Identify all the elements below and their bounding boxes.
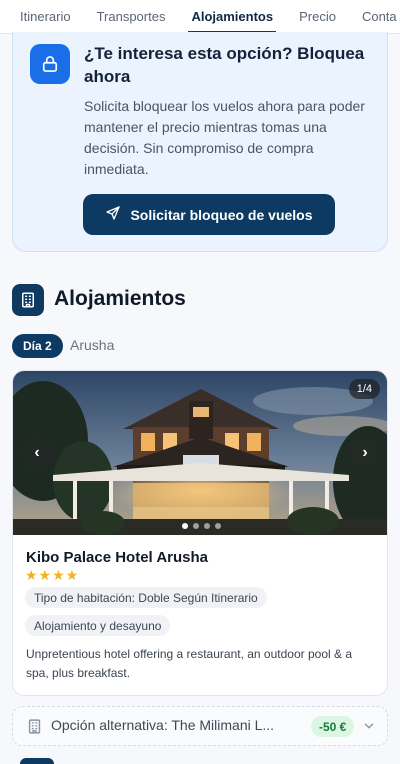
request-hold-label: Solicitar bloqueo de vuelos: [130, 206, 313, 223]
hotel-photo-illustration: [13, 371, 387, 535]
photo-next-button[interactable]: ›: [349, 437, 381, 469]
lock-icon: [30, 44, 70, 84]
alternative-option-row[interactable]: Opción alternativa: The Milimani L... -5…: [12, 706, 388, 746]
chevron-right-icon: ›: [362, 444, 368, 461]
day-city: Arusha: [70, 337, 115, 353]
next-section-icon-peek: [20, 758, 54, 764]
send-icon: [105, 205, 121, 224]
tab-transportes[interactable]: Transportes: [84, 0, 179, 33]
photo-dot[interactable]: [214, 523, 221, 529]
building-icon: [12, 284, 44, 316]
room-type-chip: Tipo de habitación: Doble Según Itinerar…: [25, 587, 267, 608]
building-icon: [26, 718, 43, 740]
section-title: Alojamientos: [54, 287, 186, 310]
hotel-photo: 1/4 ‹ ›: [13, 371, 387, 535]
photo-prev-button[interactable]: ‹: [21, 437, 53, 469]
hotel-description: Unpretentious hotel offering a restauran…: [26, 647, 352, 680]
photo-counter: 1/4: [348, 379, 380, 399]
hold-description: Solicita bloquear los vuelos ahora para …: [84, 98, 365, 177]
alternative-option-label: Opción alternativa: The Milimani L...: [51, 717, 275, 733]
hotel-stars: ★★★★: [25, 567, 80, 583]
request-hold-button[interactable]: Solicitar bloqueo de vuelos: [83, 194, 335, 235]
board-chip: Alojamiento y desayuno: [25, 615, 171, 636]
tab-precio[interactable]: Precio: [286, 0, 349, 33]
alternative-price-badge: -50 €: [311, 716, 355, 737]
hotel-card: 1/4 ‹ › Kibo Palace Hotel Arusha ★★★★ Ti…: [12, 370, 388, 696]
hotel-name: Kibo Palace Hotel Arusha: [26, 549, 208, 566]
day-badge: Día 2: [12, 334, 63, 358]
photo-dot[interactable]: [192, 523, 199, 529]
tab-itinerario[interactable]: Itinerario: [0, 0, 84, 33]
photo-dot[interactable]: [203, 523, 210, 529]
chevron-down-icon: [362, 719, 376, 738]
flight-hold-card: ¿Te interesa esta opción? Bloquea ahora …: [12, 32, 388, 252]
photo-dot[interactable]: [181, 523, 188, 529]
tab-bar: Itinerario Transportes Alojamientos Prec…: [0, 0, 400, 34]
hold-title: ¿Te interesa esta opción? Bloquea ahora: [84, 44, 365, 86]
photo-dots: [13, 523, 387, 529]
chevron-left-icon: ‹: [34, 444, 40, 461]
tab-contacto[interactable]: Conta: [349, 0, 400, 33]
tab-alojamientos[interactable]: Alojamientos: [178, 0, 286, 33]
